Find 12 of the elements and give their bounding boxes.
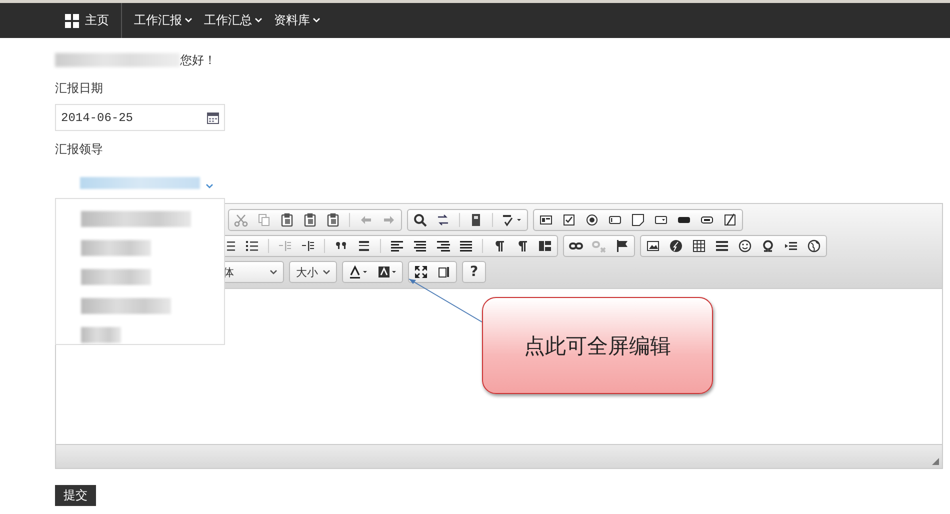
nav-menu[interactable]: 工作汇总 <box>204 12 252 29</box>
date-field[interactable]: 2014-06-25 <box>55 104 225 131</box>
field-label: 汇报领导 <box>55 141 104 158</box>
submit-button[interactable]: 提交 <box>55 485 96 506</box>
nav-link[interactable]: 主页 <box>85 12 109 29</box>
nav-menu[interactable]: 资料库 <box>274 12 310 29</box>
callout-note: 点此可全屏编辑 <box>482 297 713 394</box>
greeting-text: 您好！ <box>180 52 216 68</box>
nav-menu[interactable]: 工作汇报 <box>134 12 182 29</box>
size-dropdown[interactable]: 大小 <box>289 261 337 283</box>
field-label: 汇报日期 <box>55 80 104 97</box>
help-button[interactable]: ? <box>462 261 486 283</box>
